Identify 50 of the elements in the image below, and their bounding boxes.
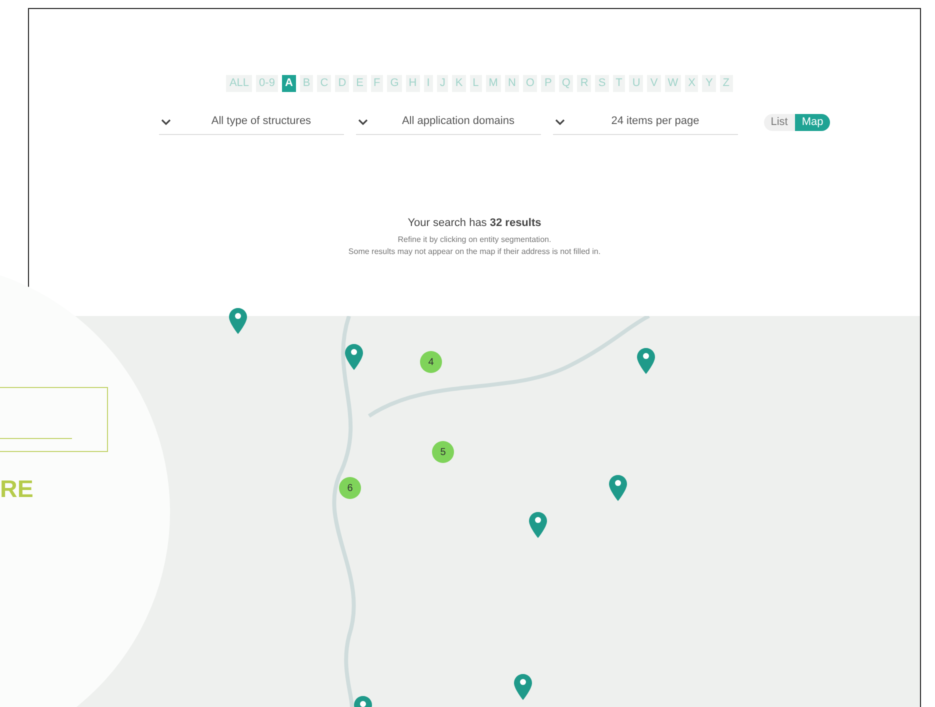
filter-dropdown[interactable]: All type of structures bbox=[158, 109, 344, 135]
view-toggle-option[interactable]: List bbox=[764, 114, 795, 130]
letter-filter[interactable]: E bbox=[353, 75, 366, 92]
letter-filter[interactable]: S bbox=[595, 75, 609, 92]
chevron-down-icon bbox=[554, 118, 565, 124]
results-summary: Your search has 32 results bbox=[408, 216, 542, 231]
letter-filter[interactable]: D bbox=[335, 75, 350, 92]
letter-filter[interactable]: J bbox=[436, 75, 448, 92]
letter-filter[interactable]: L bbox=[470, 75, 482, 92]
side-heading: RE bbox=[0, 475, 34, 505]
results-note: Some results may not appear on the map if their address is not filled in. bbox=[348, 246, 601, 258]
letter-filter[interactable]: K bbox=[452, 75, 466, 92]
letter-filter[interactable]: 0-9 bbox=[256, 75, 278, 92]
letter-filter[interactable]: Z bbox=[720, 75, 733, 92]
chevron-down-icon bbox=[160, 118, 171, 124]
letter-filter[interactable]: N bbox=[504, 75, 519, 92]
letter-filter[interactable]: F bbox=[370, 75, 384, 92]
letter-filter[interactable]: R bbox=[577, 75, 592, 92]
view-toggle-option[interactable]: Map bbox=[794, 114, 830, 130]
letter-filter[interactable]: H bbox=[406, 75, 420, 92]
dropdown-value: All application domains bbox=[400, 114, 516, 130]
letter-filter[interactable]: ALL bbox=[226, 75, 252, 92]
letter-filter[interactable]: C bbox=[317, 75, 332, 92]
map-pin-icon[interactable] bbox=[609, 475, 627, 501]
letter-filter[interactable]: M bbox=[486, 75, 501, 92]
letter-filter[interactable]: W bbox=[664, 75, 682, 92]
letter-filter[interactable]: P bbox=[541, 75, 555, 92]
dropdown-value: 24 items per page bbox=[610, 114, 700, 130]
map-pin-icon[interactable] bbox=[229, 308, 247, 334]
letter-filter[interactable]: X bbox=[685, 75, 698, 92]
chevron-down-icon bbox=[358, 118, 368, 124]
map-pin-icon[interactable] bbox=[514, 674, 532, 700]
map-pin-icon[interactable] bbox=[345, 344, 363, 370]
filter-dropdown[interactable]: All application domains bbox=[356, 109, 541, 135]
divider-line bbox=[0, 438, 72, 439]
letter-filter[interactable]: U bbox=[629, 75, 644, 92]
letter-filter[interactable]: B bbox=[300, 75, 314, 92]
results-hint: Refine it by clicking on entity segmentation. bbox=[398, 234, 552, 246]
map-pin-icon[interactable] bbox=[529, 512, 547, 538]
letter-filter[interactable]: I bbox=[424, 75, 433, 92]
letter-filter[interactable]: V bbox=[647, 75, 661, 92]
letter-filter[interactable]: A bbox=[282, 75, 296, 92]
letter-filter[interactable]: T bbox=[612, 75, 626, 92]
map-pin-icon[interactable] bbox=[637, 348, 655, 374]
filter-dropdown[interactable]: 24 items per page bbox=[552, 109, 738, 135]
letter-filter[interactable]: Y bbox=[702, 75, 716, 92]
letter-filter[interactable]: Q bbox=[558, 75, 574, 92]
letter-filter[interactable]: O bbox=[522, 75, 538, 92]
letter-filter[interactable]: G bbox=[387, 75, 402, 92]
dropdown-value: All type of structures bbox=[210, 114, 312, 130]
